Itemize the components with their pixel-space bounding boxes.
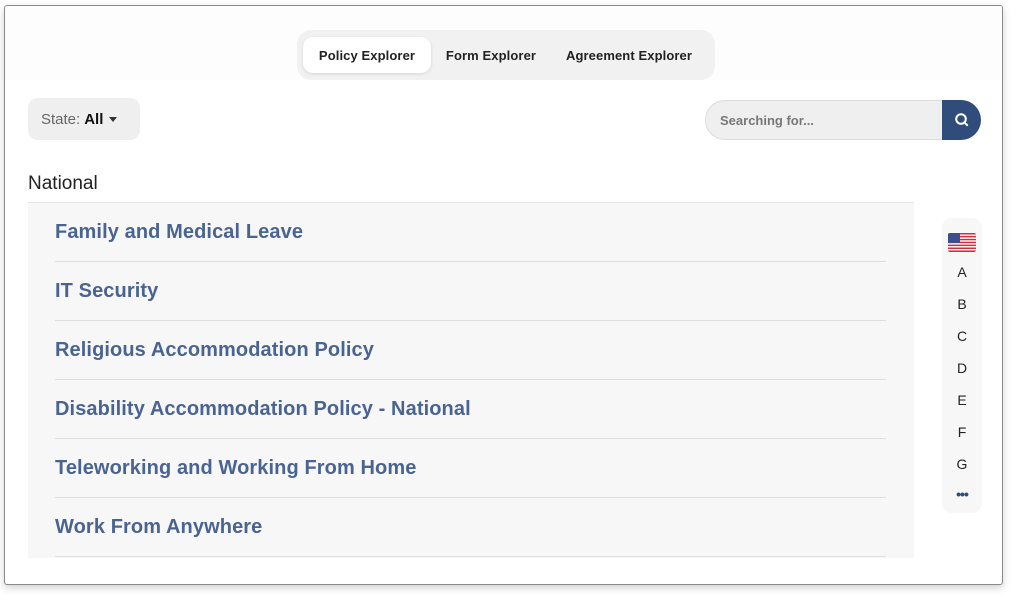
index-letter-d[interactable]: D [942,360,982,376]
list-item[interactable]: Family and Medical Leave [55,203,886,262]
us-flag-icon[interactable] [948,233,976,252]
list-item[interactable]: Religious Accommodation Policy [55,321,886,380]
caret-down-icon [109,117,118,122]
tab-policy-explorer[interactable]: Policy Explorer [303,37,431,73]
search-bar [705,100,981,140]
index-letter-b[interactable]: B [942,296,982,312]
section-title: National [28,173,98,194]
state-filter-dropdown[interactable]: State: All [28,98,140,140]
list-item[interactable]: Teleworking and Working From Home [55,439,886,498]
state-filter-label: State: [41,110,81,128]
list-item[interactable]: IT Security [55,262,886,321]
index-letter-g[interactable]: G [942,456,982,472]
explorer-tabs: Policy Explorer Form Explorer Agreement … [297,30,715,80]
search-button[interactable] [942,100,981,140]
index-letter-e[interactable]: E [942,392,982,408]
more-letters-button[interactable]: ••• [942,486,982,502]
alphabet-index: A B C D E F G ••• [942,218,982,513]
state-filter-value: All [84,110,104,128]
search-icon [954,113,968,127]
tab-agreement-explorer[interactable]: Agreement Explorer [551,37,707,73]
index-letter-a[interactable]: A [942,264,982,280]
policy-link[interactable]: Religious Accommodation Policy [55,339,374,362]
policy-link[interactable]: Teleworking and Working From Home [55,457,416,480]
policy-link[interactable]: Disability Accommodation Policy - Nation… [55,398,471,421]
index-letter-f[interactable]: F [942,424,982,440]
policy-list: Family and Medical Leave IT Security Rel… [28,202,914,558]
app-window: Policy Explorer Form Explorer Agreement … [4,5,1003,585]
policy-link[interactable]: Work From Anywhere [55,516,262,539]
policy-link[interactable]: IT Security [55,280,158,303]
tab-form-explorer[interactable]: Form Explorer [431,37,551,73]
index-letter-c[interactable]: C [942,328,982,344]
list-item[interactable]: Disability Accommodation Policy - Nation… [55,380,886,439]
policy-link[interactable]: Family and Medical Leave [55,221,303,244]
list-item[interactable]: Work From Anywhere [55,498,886,557]
search-input[interactable] [705,100,955,140]
